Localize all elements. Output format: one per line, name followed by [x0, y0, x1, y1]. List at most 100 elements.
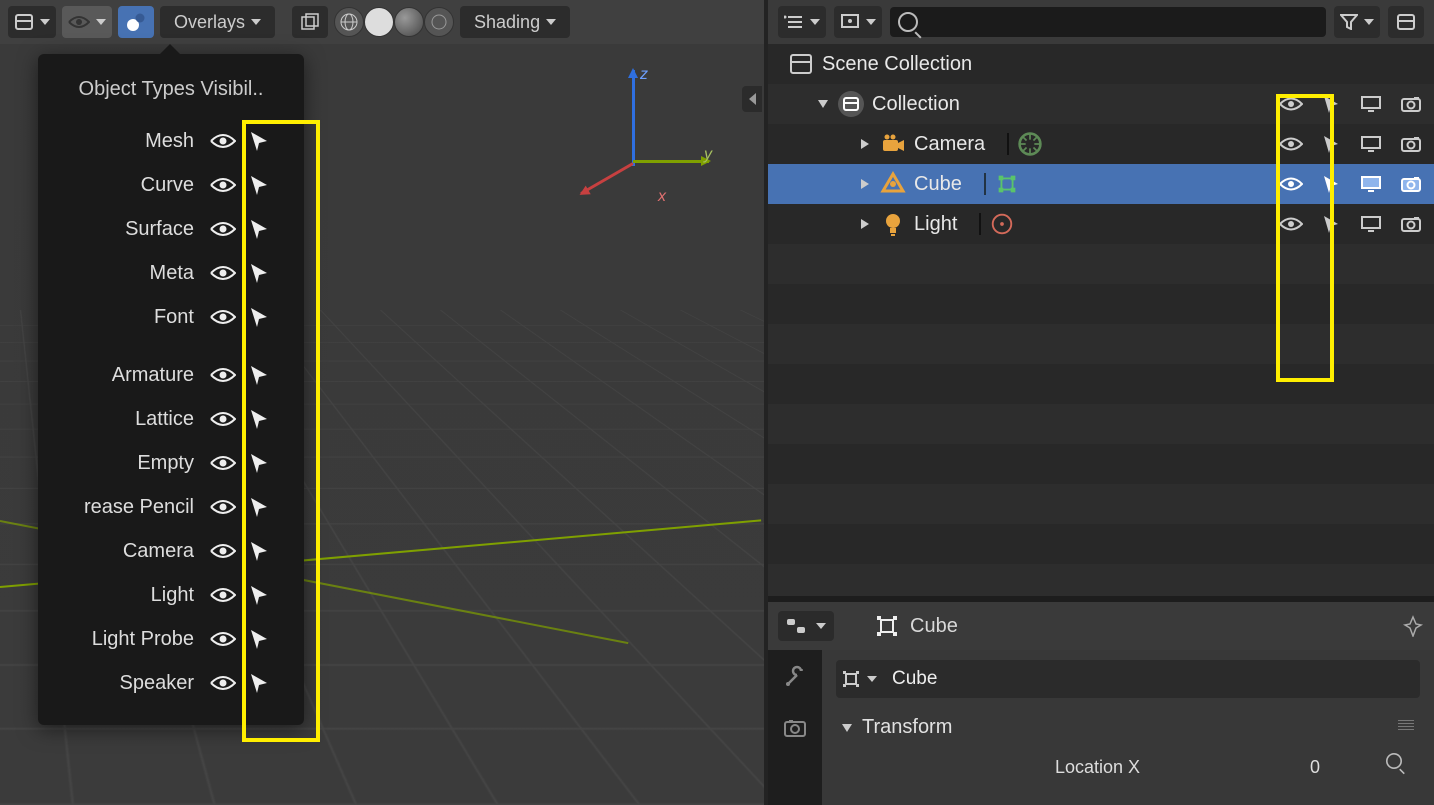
outliner-new-collection[interactable]	[1388, 6, 1424, 38]
properties-tabs	[768, 650, 822, 805]
popover-group-2: Armature Lattice Empty rease Pencil Came…	[42, 353, 300, 705]
axis-gizmo[interactable]: z y x	[604, 70, 704, 190]
outliner-display-mode[interactable]	[778, 6, 826, 38]
outliner-item-row[interactable]: Light	[768, 204, 1434, 244]
cursor-icon[interactable]	[246, 582, 272, 608]
monitor-icon[interactable]	[1358, 211, 1384, 237]
cursor-icon[interactable]	[246, 494, 272, 520]
eye-icon[interactable]	[210, 538, 236, 564]
visibility-row: Light Probe	[42, 617, 300, 661]
pin-icon[interactable]	[1402, 615, 1424, 637]
viewport[interactable]: Overlays Shading z y x Object Types Visi…	[0, 0, 768, 805]
cursor-icon[interactable]	[246, 172, 272, 198]
xray-toggle[interactable]	[292, 6, 328, 38]
disclose-icon[interactable]	[858, 137, 872, 151]
search-icon[interactable]	[1382, 749, 1406, 773]
outliner-item-row[interactable]: Cube	[768, 164, 1434, 204]
shading-material[interactable]	[394, 7, 424, 37]
properties-type-dropdown[interactable]	[778, 611, 834, 641]
visibility-row: Empty	[42, 441, 300, 485]
cursor-icon[interactable]	[246, 626, 272, 652]
data-icon[interactable]	[1017, 131, 1043, 157]
disclose-icon[interactable]	[816, 97, 830, 111]
cursor-icon[interactable]	[246, 450, 272, 476]
eye-icon[interactable]	[210, 260, 236, 286]
viewport-header: Overlays Shading	[0, 0, 764, 44]
sidebar-toggle[interactable]	[742, 86, 762, 112]
monitor-icon[interactable]	[1358, 171, 1384, 197]
eye-icon[interactable]	[210, 172, 236, 198]
cursor-icon[interactable]	[1318, 91, 1344, 117]
collection-row[interactable]: Collection	[768, 84, 1434, 124]
eye-icon[interactable]	[1278, 91, 1304, 117]
eye-icon[interactable]	[210, 450, 236, 476]
scene-collection-row[interactable]: Scene Collection	[768, 44, 1434, 84]
visibility-row-label: Speaker	[42, 672, 200, 695]
shading-solid[interactable]	[364, 7, 394, 37]
render-tab-icon[interactable]	[782, 716, 808, 742]
outliner-header	[768, 0, 1434, 44]
camera-icon[interactable]	[1398, 211, 1424, 237]
disclose-icon[interactable]	[858, 217, 872, 231]
properties-editor: Cube	[768, 602, 1434, 805]
eye-icon[interactable]	[210, 670, 236, 696]
eye-icon[interactable]	[210, 582, 236, 608]
camera-icon[interactable]	[1398, 91, 1424, 117]
cursor-icon[interactable]	[1318, 211, 1344, 237]
outliner-search[interactable]	[890, 7, 1326, 37]
cursor-icon[interactable]	[1318, 131, 1344, 157]
gizmos-toggle[interactable]	[118, 6, 154, 38]
cursor-icon[interactable]	[246, 538, 272, 564]
cursor-icon[interactable]	[246, 128, 272, 154]
eye-icon[interactable]	[1278, 131, 1304, 157]
tool-tab-icon[interactable]	[782, 664, 808, 690]
eye-icon[interactable]	[1278, 211, 1304, 237]
datablock-dropdown[interactable]	[836, 660, 882, 698]
eye-icon[interactable]	[210, 626, 236, 652]
eye-icon[interactable]	[210, 216, 236, 242]
item-toggles	[1278, 204, 1424, 244]
light-icon	[880, 211, 906, 237]
monitor-icon[interactable]	[1358, 131, 1384, 157]
object-name-field	[836, 660, 1420, 698]
cursor-icon[interactable]	[246, 216, 272, 242]
data-icon[interactable]	[994, 171, 1020, 197]
outliner-item-row[interactable]: Camera	[768, 124, 1434, 164]
cursor-icon[interactable]	[246, 406, 272, 432]
overlays-dropdown[interactable]: Overlays	[160, 6, 275, 38]
eye-icon[interactable]	[210, 362, 236, 388]
cursor-icon[interactable]	[246, 362, 272, 388]
data-icon[interactable]	[989, 211, 1015, 237]
eye-icon[interactable]	[210, 128, 236, 154]
outliner-tree[interactable]: Scene Collection Collection	[768, 44, 1434, 596]
eye-icon[interactable]	[210, 494, 236, 520]
cursor-icon[interactable]	[1318, 171, 1344, 197]
eye-icon[interactable]	[210, 406, 236, 432]
transform-panel-header[interactable]: Transform	[836, 710, 1420, 745]
search-icon	[898, 12, 918, 32]
disclose-icon[interactable]	[858, 177, 872, 191]
shading-dropdown[interactable]: Shading	[460, 6, 570, 38]
object-name-input[interactable]	[882, 660, 1420, 698]
eye-icon[interactable]	[1278, 171, 1304, 197]
visibility-row: Meta	[42, 251, 300, 295]
shading-wireframe[interactable]	[334, 7, 364, 37]
camera-icon[interactable]	[1398, 131, 1424, 157]
eye-icon[interactable]	[210, 304, 236, 330]
cursor-icon[interactable]	[246, 670, 272, 696]
shading-rendered[interactable]	[424, 7, 454, 37]
outliner-view-dropdown[interactable]	[834, 6, 882, 38]
cursor-icon[interactable]	[246, 260, 272, 286]
editor-type-dropdown[interactable]	[8, 6, 56, 38]
camera-icon[interactable]	[1398, 171, 1424, 197]
outliner-filter[interactable]	[1334, 6, 1380, 38]
camera-icon	[880, 131, 906, 157]
visibility-row-label: Surface	[42, 218, 200, 241]
properties-header: Cube	[768, 602, 1434, 650]
monitor-icon[interactable]	[1358, 91, 1384, 117]
visibility-dropdown[interactable]	[62, 6, 112, 38]
visibility-row: Lattice	[42, 397, 300, 441]
cursor-icon[interactable]	[246, 304, 272, 330]
visibility-row: rease Pencil	[42, 485, 300, 529]
location-x-value: 0	[1310, 757, 1320, 778]
